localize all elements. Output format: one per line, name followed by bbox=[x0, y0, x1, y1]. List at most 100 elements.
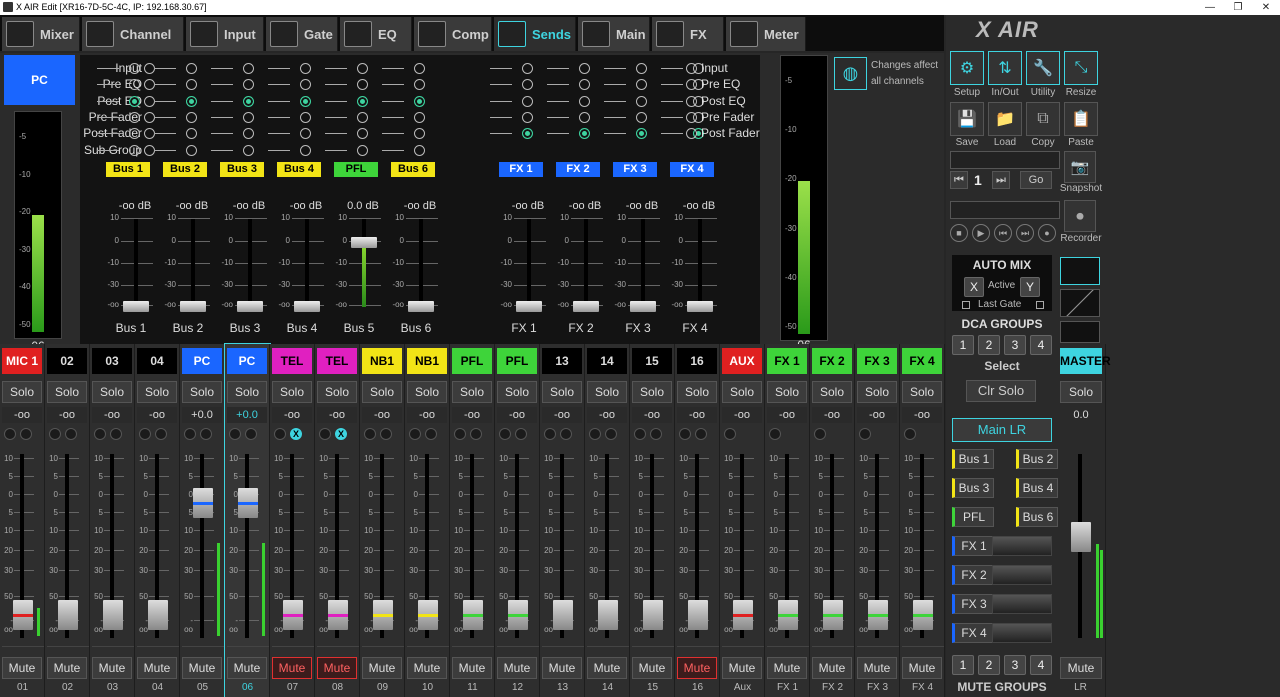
solo-button[interactable]: Solo bbox=[47, 381, 87, 403]
channel-fader[interactable]: 10 5 0 5 10 20 30 50 -oo bbox=[90, 450, 135, 642]
fader-cap[interactable] bbox=[516, 301, 542, 312]
send-tap-radio[interactable] bbox=[186, 63, 197, 74]
channel-name[interactable]: 16 bbox=[677, 348, 717, 374]
mute-button[interactable]: Mute bbox=[2, 657, 42, 679]
insert-dot[interactable] bbox=[589, 428, 601, 440]
channel-name[interactable]: AUX IN bbox=[722, 348, 762, 394]
fader-cap[interactable] bbox=[351, 237, 377, 248]
send-tap-radio[interactable] bbox=[414, 128, 425, 140]
channel-name[interactable]: 13 bbox=[542, 348, 582, 374]
solo-button[interactable]: Solo bbox=[362, 381, 402, 403]
mute-button[interactable]: Mute bbox=[272, 657, 312, 679]
solo-button[interactable]: Solo bbox=[857, 381, 897, 403]
send-tap-radio[interactable] bbox=[579, 111, 590, 123]
insert-dot[interactable] bbox=[200, 428, 212, 440]
send-tap-radio[interactable] bbox=[186, 111, 197, 123]
fader-cap[interactable] bbox=[58, 600, 78, 630]
insert-dot[interactable] bbox=[364, 428, 376, 440]
insert-dot[interactable] bbox=[605, 428, 617, 440]
send-tap-radio[interactable] bbox=[243, 95, 254, 107]
send-fader[interactable]: 10 0 -10 -30 -oo bbox=[555, 213, 607, 312]
send-tap-radio[interactable] bbox=[357, 79, 368, 91]
channel-fader[interactable]: 10 5 0 5 10 20 30 50 -oo bbox=[540, 450, 585, 642]
send-tap-radio[interactable] bbox=[579, 79, 590, 91]
channel-fader[interactable]: 10 5 0 5 10 20 30 50 -oo bbox=[585, 450, 630, 642]
channel-name[interactable]: PFL bbox=[497, 348, 537, 374]
last-gate-checkbox-y[interactable] bbox=[1036, 301, 1044, 309]
automix-x-button[interactable]: X bbox=[964, 277, 984, 297]
fx-tap-radio[interactable] bbox=[686, 95, 697, 107]
mute-button[interactable]: Mute bbox=[407, 657, 447, 679]
channel-fader[interactable]: 10 5 0 5 10 20 30 50 -oo bbox=[720, 450, 765, 642]
channel-name[interactable]: NB1 bbox=[362, 348, 402, 374]
insert-dot[interactable] bbox=[724, 428, 736, 440]
mute-button[interactable]: Mute bbox=[587, 657, 627, 679]
channel-fader[interactable]: 10 5 0 5 10 20 30 50 -oo bbox=[225, 450, 270, 642]
solo-button[interactable]: Solo bbox=[317, 381, 357, 403]
last-gate-checkbox-x[interactable] bbox=[962, 301, 970, 309]
send-tap-radio[interactable] bbox=[186, 144, 197, 156]
send-tap-radio[interactable] bbox=[357, 111, 368, 123]
send-tap-radio[interactable] bbox=[300, 95, 311, 107]
solo-button[interactable]: Solo bbox=[182, 381, 222, 403]
copy-icon[interactable]: ⧉ bbox=[1026, 102, 1060, 136]
fader-cap[interactable] bbox=[573, 301, 599, 312]
bus-send-fx-2[interactable]: FX 2 bbox=[952, 565, 994, 585]
solo-button[interactable]: Solo bbox=[722, 381, 762, 403]
solo-button[interactable]: Solo bbox=[587, 381, 627, 403]
send-fader[interactable]: 10 0 -10 -30 -oo bbox=[105, 213, 157, 312]
send-tap-radio[interactable] bbox=[636, 79, 647, 91]
recorder-field[interactable] bbox=[950, 201, 1060, 219]
send-bus-label[interactable]: Bus 4 bbox=[277, 162, 321, 177]
clear-solo-button[interactable]: Clr Solo bbox=[966, 380, 1036, 402]
automix-curve-slope[interactable] bbox=[1060, 289, 1100, 317]
channel-name[interactable]: 02 bbox=[47, 348, 87, 374]
fader-cap[interactable] bbox=[687, 301, 713, 312]
resize-icon[interactable]: ⤡ bbox=[1064, 51, 1098, 85]
insert-dot[interactable] bbox=[544, 428, 556, 440]
send-bus-label[interactable]: Bus 1 bbox=[106, 162, 150, 177]
channel-fader[interactable]: 10 5 0 5 10 20 30 50 -oo bbox=[135, 450, 180, 642]
channel-fader[interactable]: 10 5 0 5 10 20 30 50 -oo bbox=[180, 450, 225, 642]
mute-group-button-4[interactable]: 4 bbox=[1030, 655, 1052, 675]
close-button[interactable]: ✕ bbox=[1251, 0, 1280, 15]
channel-name[interactable]: FX 3 bbox=[857, 348, 897, 374]
fader-cap[interactable] bbox=[598, 600, 618, 630]
send-fader[interactable]: 10 0 -10 -30 -oo bbox=[498, 213, 550, 312]
mute-group-button-1[interactable]: 1 bbox=[952, 655, 974, 675]
channel-fader[interactable]: 10 5 0 5 10 20 30 50 -oo bbox=[315, 450, 360, 642]
channel-name[interactable]: FX 2 bbox=[812, 348, 852, 374]
mute-button[interactable]: Mute bbox=[362, 657, 402, 679]
send-fader[interactable]: 10 0 -10 -30 -oo bbox=[219, 213, 271, 312]
fader-cap[interactable] bbox=[408, 301, 434, 312]
tab-channel[interactable]: Channel bbox=[82, 17, 184, 51]
send-tap-radio[interactable] bbox=[300, 144, 311, 156]
channel-name[interactable]: PFL bbox=[452, 348, 492, 374]
insert-dot[interactable] bbox=[110, 428, 122, 440]
solo-button[interactable]: Solo bbox=[767, 381, 807, 403]
in-out-icon[interactable]: ⇅ bbox=[988, 51, 1022, 85]
channel-name[interactable]: TEL bbox=[317, 348, 357, 374]
send-tap-radio[interactable] bbox=[186, 128, 197, 140]
tab-input[interactable]: Input bbox=[186, 17, 264, 51]
solo-button[interactable]: Solo bbox=[812, 381, 852, 403]
channel-name[interactable]: 03 bbox=[92, 348, 132, 374]
tab-eq[interactable]: EQ bbox=[340, 17, 412, 51]
send-tap-radio[interactable] bbox=[243, 128, 254, 140]
send-tap-radio[interactable] bbox=[300, 63, 311, 74]
bus-send-fx-4[interactable]: FX 4 bbox=[952, 623, 994, 643]
send-bus-label[interactable]: FX 3 bbox=[613, 162, 657, 177]
send-bus-label[interactable]: Bus 2 bbox=[163, 162, 207, 177]
channel-name[interactable]: 04 bbox=[137, 348, 177, 374]
send-tap-radio[interactable] bbox=[129, 63, 140, 74]
mute-button[interactable]: Mute bbox=[857, 657, 897, 679]
fader-cap[interactable] bbox=[103, 600, 123, 630]
channel-name[interactable]: PC bbox=[227, 348, 267, 374]
globe-icon[interactable]: ◍ bbox=[834, 57, 867, 90]
bus-send-bus-3[interactable]: Bus 3 bbox=[952, 478, 994, 498]
channel-fader[interactable]: 10 5 0 5 10 20 30 50 -oo bbox=[675, 450, 720, 642]
mute-button[interactable]: Mute bbox=[902, 657, 942, 679]
insert-dot[interactable] bbox=[650, 428, 662, 440]
insert-dot[interactable] bbox=[454, 428, 466, 440]
fader-cap[interactable] bbox=[237, 301, 263, 312]
